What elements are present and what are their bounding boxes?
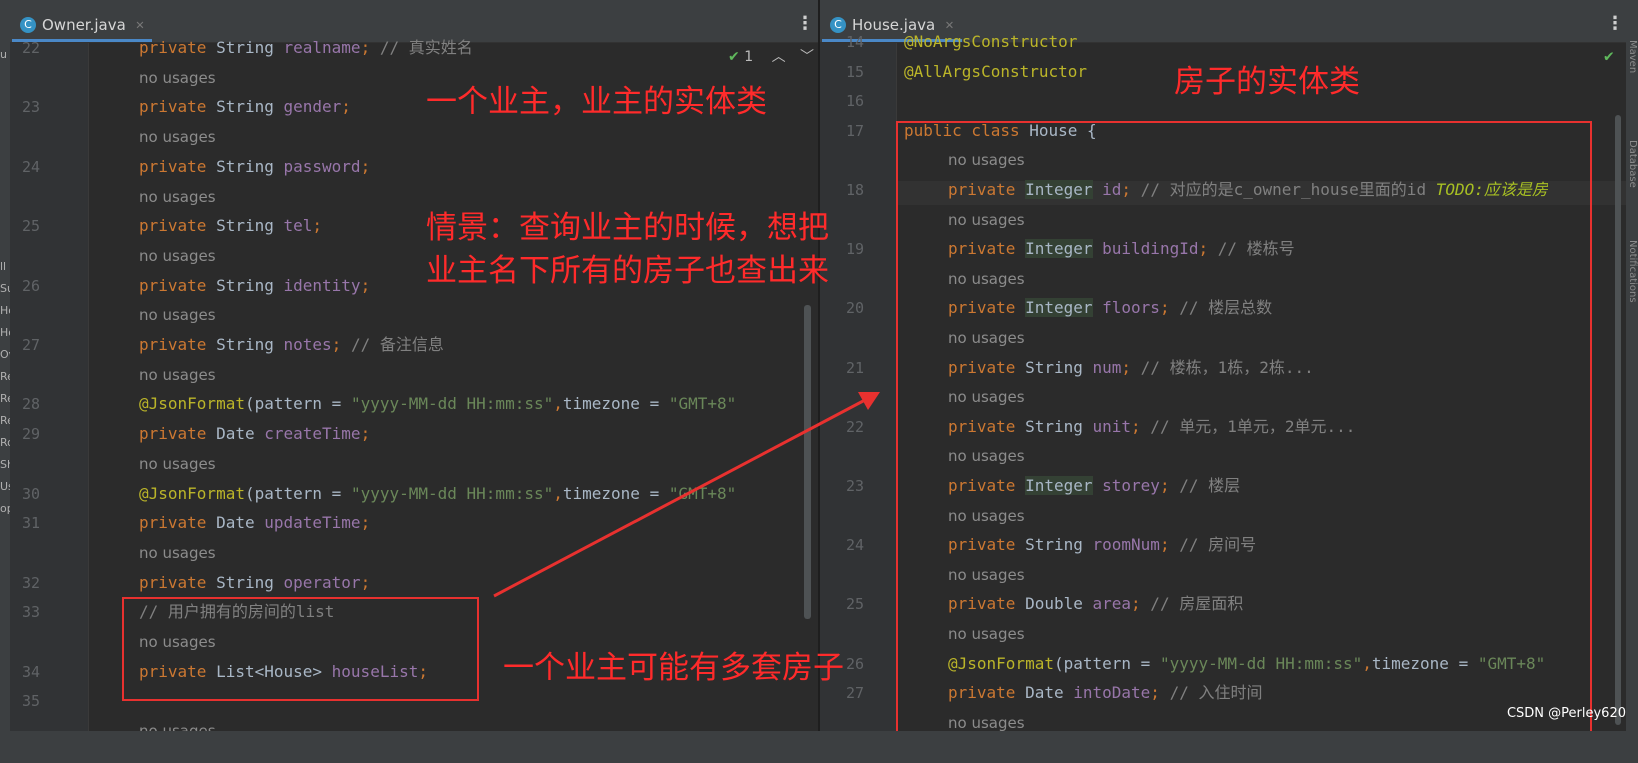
arrow-line <box>493 398 866 598</box>
arrow-annotation <box>493 392 880 598</box>
watermark: CSDN @Perley620 <box>1506 706 1626 721</box>
status-bar <box>0 731 1638 763</box>
